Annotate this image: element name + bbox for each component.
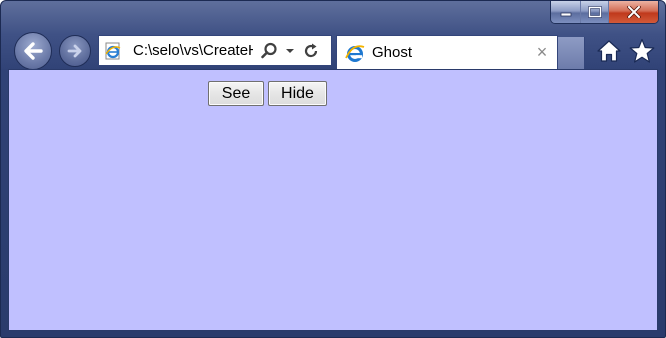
minimize-icon — [560, 12, 571, 17]
forward-arrow-icon — [67, 44, 82, 58]
home-icon[interactable] — [595, 37, 623, 65]
search-icon[interactable] — [259, 42, 279, 60]
maximize-button[interactable] — [580, 1, 608, 23]
browser-window: C:\selo\vs\CreateH Ghost × See Hide — [0, 0, 666, 338]
address-url[interactable]: C:\selo\vs\CreateH — [133, 42, 253, 59]
tab-title: Ghost — [372, 44, 413, 61]
see-button[interactable]: See — [208, 81, 264, 106]
page-content: See Hide — [8, 69, 658, 331]
forward-button[interactable] — [59, 35, 91, 67]
star-icon[interactable] — [628, 37, 656, 65]
close-window-button[interactable] — [608, 1, 658, 23]
back-button[interactable] — [14, 32, 52, 70]
address-bar[interactable]: C:\selo\vs\CreateH — [98, 35, 332, 66]
minimize-button[interactable] — [551, 1, 580, 23]
hide-button[interactable]: Hide — [268, 81, 327, 106]
new-tab-button[interactable] — [558, 37, 585, 69]
ie-logo-icon — [343, 41, 367, 65]
maximize-icon — [587, 6, 602, 18]
tab-close-icon[interactable]: × — [531, 42, 553, 63]
back-arrow-icon — [24, 42, 43, 60]
chevron-down-icon[interactable] — [283, 47, 297, 55]
tab-ghost[interactable]: Ghost × — [336, 35, 558, 69]
close-icon — [626, 6, 641, 18]
refresh-icon[interactable] — [301, 42, 321, 60]
ie-page-icon — [102, 40, 124, 62]
window-controls — [550, 1, 659, 24]
